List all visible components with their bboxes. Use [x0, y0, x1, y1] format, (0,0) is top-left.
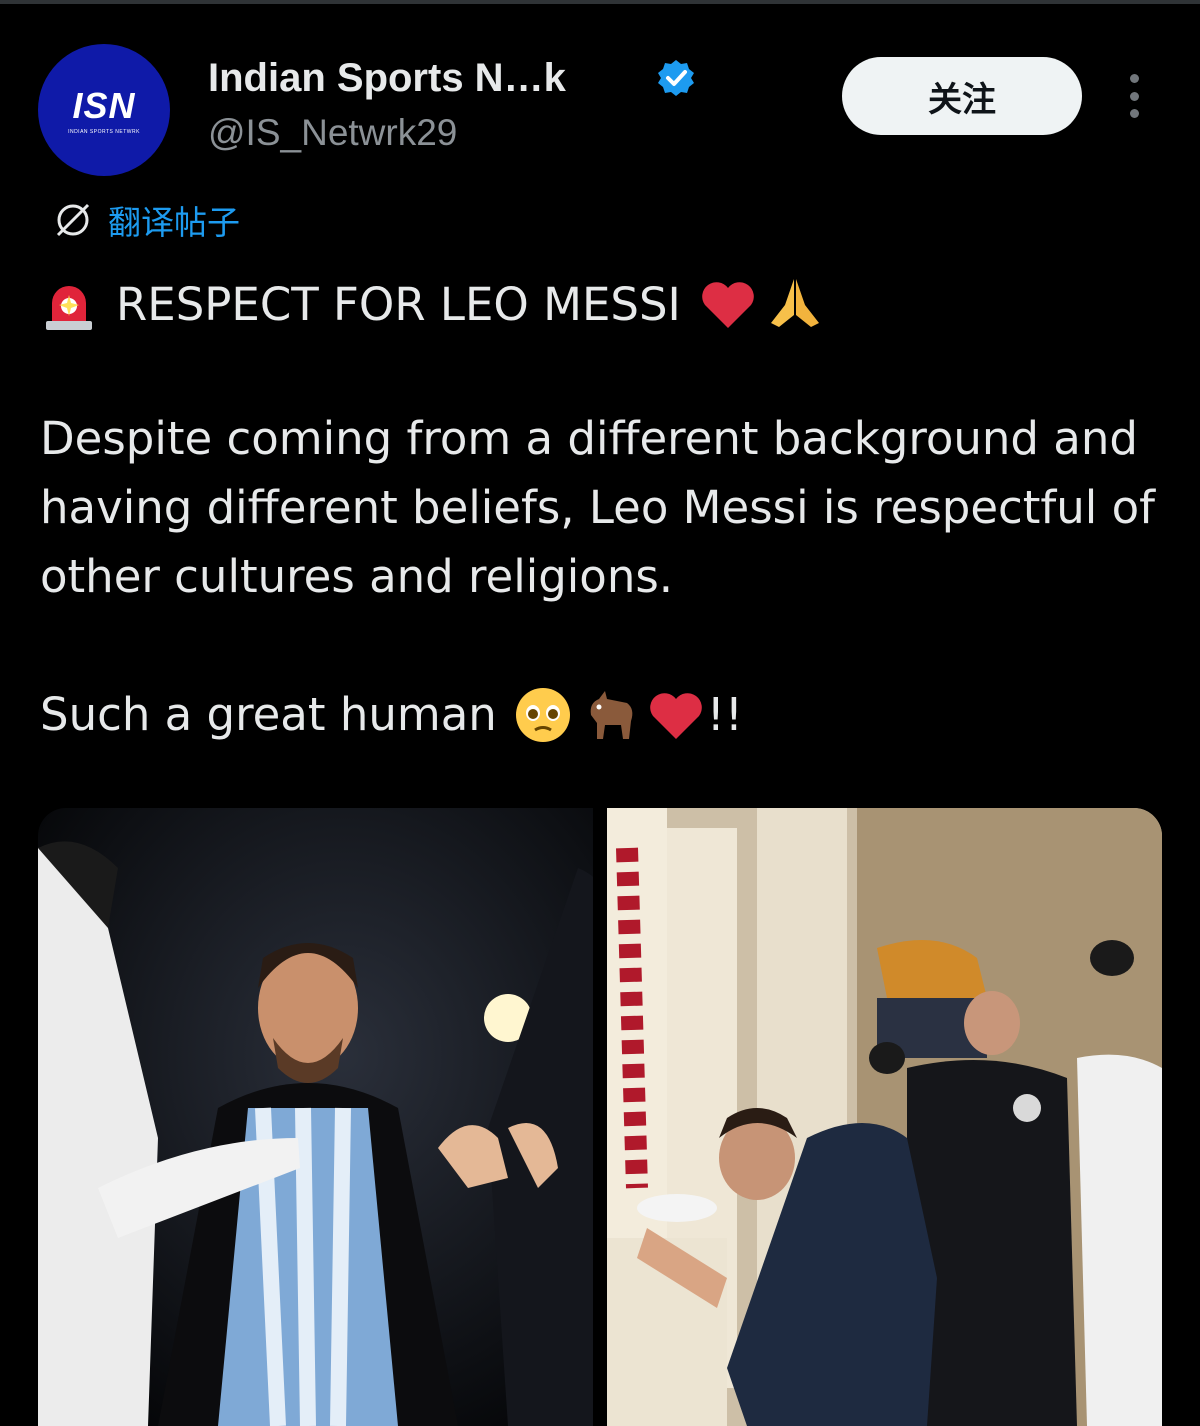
top-divider	[0, 0, 1200, 4]
photo-temple[interactable]	[607, 808, 1162, 1426]
more-options-icon[interactable]	[1122, 74, 1146, 118]
account-handle[interactable]: @IS_Netwrk29	[208, 112, 457, 154]
translate-post-link[interactable]: 翻译帖子	[52, 196, 240, 244]
siren-icon	[46, 286, 92, 330]
headline-text: RESPECT FOR LEO MESSI	[116, 277, 681, 331]
photo-ceremony[interactable]	[38, 808, 593, 1426]
closing-text: Such a great human	[40, 688, 497, 741]
post-media[interactable]	[38, 808, 1162, 1426]
avatar[interactable]: ISN INDIAN SPORTS NETWRK	[38, 44, 170, 176]
avatar-logo: ISN	[72, 85, 136, 126]
post-closing: Such a great human !!	[40, 680, 1160, 749]
follow-button[interactable]: 关注	[842, 57, 1082, 135]
closing-suffix: !!	[706, 688, 743, 741]
post-headline: RESPECT FOR LEO MESSI	[40, 274, 1160, 334]
heart-icon	[649, 692, 702, 739]
verified-badge-icon	[658, 60, 694, 96]
translate-globe-icon	[56, 203, 90, 237]
praying-hands-icon	[770, 279, 819, 327]
avatar-subtext: INDIAN SPORTS NETWRK	[68, 129, 140, 135]
post-body: Despite coming from a different backgrou…	[40, 412, 1155, 603]
heart-icon	[702, 282, 754, 328]
translate-label: 翻译帖子	[108, 203, 240, 242]
post-text: RESPECT FOR LEO MESSI Despite coming fro…	[40, 274, 1160, 749]
goat-icon	[590, 690, 633, 739]
display-name[interactable]: Indian Sports N…k	[208, 56, 566, 101]
pleading-face-icon	[515, 687, 570, 742]
